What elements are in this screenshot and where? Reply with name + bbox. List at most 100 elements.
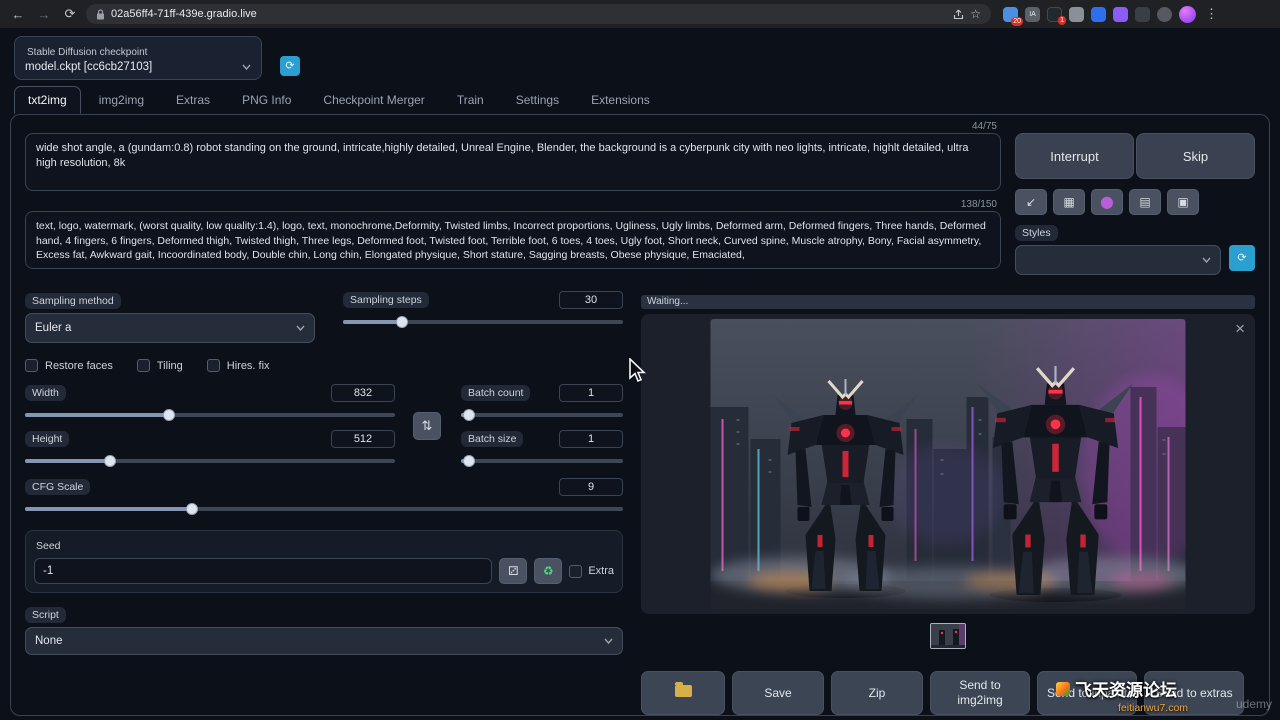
- prompt-input[interactable]: wide shot angle, a (gundam:0.8) robot st…: [25, 133, 1001, 191]
- tab-img2img[interactable]: img2img: [85, 86, 158, 114]
- save-button[interactable]: Save: [732, 671, 824, 715]
- height-input[interactable]: [331, 430, 395, 448]
- refresh-styles-button[interactable]: ⟳: [1229, 245, 1255, 271]
- width-slider[interactable]: [25, 408, 395, 422]
- batch-count-input[interactable]: [559, 384, 623, 402]
- extension-icon[interactable]: 1: [1047, 7, 1062, 22]
- batch-size-label: Batch size: [461, 431, 523, 447]
- apply-style-button[interactable]: ⬤: [1091, 189, 1123, 215]
- interrupt-button[interactable]: Interrupt: [1015, 133, 1134, 179]
- seed-block: Seed ⚂ ♻ Extra: [25, 530, 623, 593]
- url-text: 02a56ff4-71ff-439e.gradio.live: [111, 8, 257, 20]
- height-slider[interactable]: [25, 454, 395, 468]
- watermark-brand: udemy: [1236, 697, 1272, 711]
- sampling-method-value: Euler a: [35, 322, 71, 334]
- url-bar[interactable]: 02a56ff4-71ff-439e.gradio.live ☆: [86, 4, 991, 24]
- batch-count-label: Batch count: [461, 385, 530, 401]
- tiling-checkbox[interactable]: Tiling: [137, 359, 183, 372]
- batch-size-slider[interactable]: [461, 454, 623, 468]
- styles-dropdown[interactable]: [1015, 245, 1221, 275]
- extension-icon[interactable]: [1113, 7, 1128, 22]
- script-dropdown[interactable]: None: [25, 627, 623, 655]
- tab-train[interactable]: Train: [443, 86, 498, 114]
- tab-extras[interactable]: Extras: [162, 86, 224, 114]
- gallery-thumbnails: [641, 623, 1255, 649]
- swap-dimensions-button[interactable]: ⇅: [413, 412, 441, 440]
- generated-image[interactable]: [711, 319, 1186, 609]
- output-panel: Waiting... ×: [641, 291, 1255, 715]
- extension-icon[interactable]: [1069, 7, 1084, 22]
- bookmark-star-icon[interactable]: ☆: [970, 7, 981, 21]
- sampling-method-dropdown[interactable]: Euler a: [25, 313, 315, 343]
- chevron-down-icon: [1202, 257, 1211, 263]
- clear-prompt-button[interactable]: ▦: [1053, 189, 1085, 215]
- open-folder-button[interactable]: [641, 671, 725, 715]
- script-value: None: [35, 635, 63, 647]
- extra-seed-label: Extra: [588, 565, 614, 577]
- folder-icon: [675, 685, 692, 697]
- seed-input[interactable]: [34, 558, 492, 584]
- tiling-label: Tiling: [157, 360, 183, 372]
- paste-params-button[interactable]: ↙: [1015, 189, 1047, 215]
- random-seed-button[interactable]: ⚂: [499, 558, 527, 584]
- reload-icon[interactable]: ⟳: [60, 6, 80, 22]
- extension-icon[interactable]: [1091, 7, 1106, 22]
- batch-size-input[interactable]: [559, 430, 623, 448]
- tab-settings[interactable]: Settings: [502, 86, 573, 114]
- chevron-down-icon: [604, 638, 613, 644]
- hires-fix-checkbox[interactable]: Hires. fix: [207, 359, 270, 372]
- tab-checkpoint-merger[interactable]: Checkpoint Merger: [309, 86, 438, 114]
- browser-toolbar: ← → ⟳ 02a56ff4-71ff-439e.gradio.live ☆ 2…: [0, 0, 1280, 28]
- zip-button[interactable]: Zip: [831, 671, 923, 715]
- refresh-checkpoints-button[interactable]: ⟳: [280, 56, 300, 76]
- restore-faces-checkbox[interactable]: Restore faces: [25, 359, 113, 372]
- profile-avatar[interactable]: [1179, 6, 1196, 23]
- result-gallery[interactable]: ×: [641, 314, 1255, 614]
- restore-faces-label: Restore faces: [45, 360, 113, 372]
- hires-fix-label: Hires. fix: [227, 360, 270, 372]
- extension-icon[interactable]: [1135, 7, 1150, 22]
- extension-badge: 20: [1011, 17, 1023, 26]
- height-label: Height: [25, 431, 69, 447]
- main-tabbar: txt2img img2img Extras PNG Info Checkpoi…: [14, 86, 664, 114]
- status-text: Waiting...: [647, 296, 688, 307]
- width-input[interactable]: [331, 384, 395, 402]
- tab-extensions[interactable]: Extensions: [577, 86, 664, 114]
- send-to-img2img-button[interactable]: Send to img2img: [930, 671, 1030, 715]
- skip-button[interactable]: Skip: [1136, 133, 1255, 179]
- tab-png-info[interactable]: PNG Info: [228, 86, 305, 114]
- tab-txt2img[interactable]: txt2img: [14, 86, 81, 114]
- checkpoint-dropdown[interactable]: Stable Diffusion checkpoint model.ckpt […: [14, 36, 262, 80]
- negative-prompt-input[interactable]: text, logo, watermark, (worst quality, l…: [25, 211, 1001, 269]
- cfg-scale-slider[interactable]: [25, 502, 623, 516]
- close-preview-button[interactable]: ×: [1235, 320, 1245, 337]
- sampling-method-label: Sampling method: [25, 293, 121, 309]
- extensions-puzzle-icon[interactable]: [1157, 7, 1172, 22]
- watermark-title: 飞天资源论坛: [1075, 676, 1177, 701]
- paste-style-button[interactable]: ▤: [1129, 189, 1161, 215]
- extension-icon[interactable]: IA: [1025, 7, 1040, 22]
- seed-label: Seed: [34, 538, 68, 554]
- reuse-seed-button[interactable]: ♻: [534, 558, 562, 584]
- gallery-thumbnail[interactable]: [930, 623, 966, 649]
- back-icon[interactable]: ←: [8, 7, 28, 22]
- sampling-steps-slider[interactable]: [343, 315, 623, 329]
- save-style-button[interactable]: ▣: [1167, 189, 1199, 215]
- negative-prompt-token-counter: 138/150: [25, 199, 1001, 211]
- share-icon[interactable]: [953, 9, 964, 20]
- browser-menu-icon[interactable]: ⋮: [1203, 6, 1220, 22]
- width-label: Width: [25, 385, 66, 401]
- sampling-steps-input[interactable]: [559, 291, 623, 309]
- cfg-scale-label: CFG Scale: [25, 479, 90, 495]
- cfg-scale-input[interactable]: [559, 478, 623, 496]
- txt2img-panel: 44/75 wide shot angle, a (gundam:0.8) ro…: [10, 114, 1270, 716]
- extension-badge: 1: [1058, 16, 1066, 25]
- extra-seed-checkbox[interactable]: Extra: [569, 565, 614, 578]
- forward-icon[interactable]: →: [34, 7, 54, 22]
- watermark-logo-icon: [1056, 682, 1070, 696]
- batch-count-slider[interactable]: [461, 408, 623, 422]
- stable-diffusion-webui: Stable Diffusion checkpoint model.ckpt […: [0, 28, 1280, 720]
- checkpoint-value: model.ckpt [cc6cb27103]: [25, 61, 152, 73]
- sampling-steps-label: Sampling steps: [343, 292, 429, 308]
- extension-icon[interactable]: 20: [1003, 7, 1018, 22]
